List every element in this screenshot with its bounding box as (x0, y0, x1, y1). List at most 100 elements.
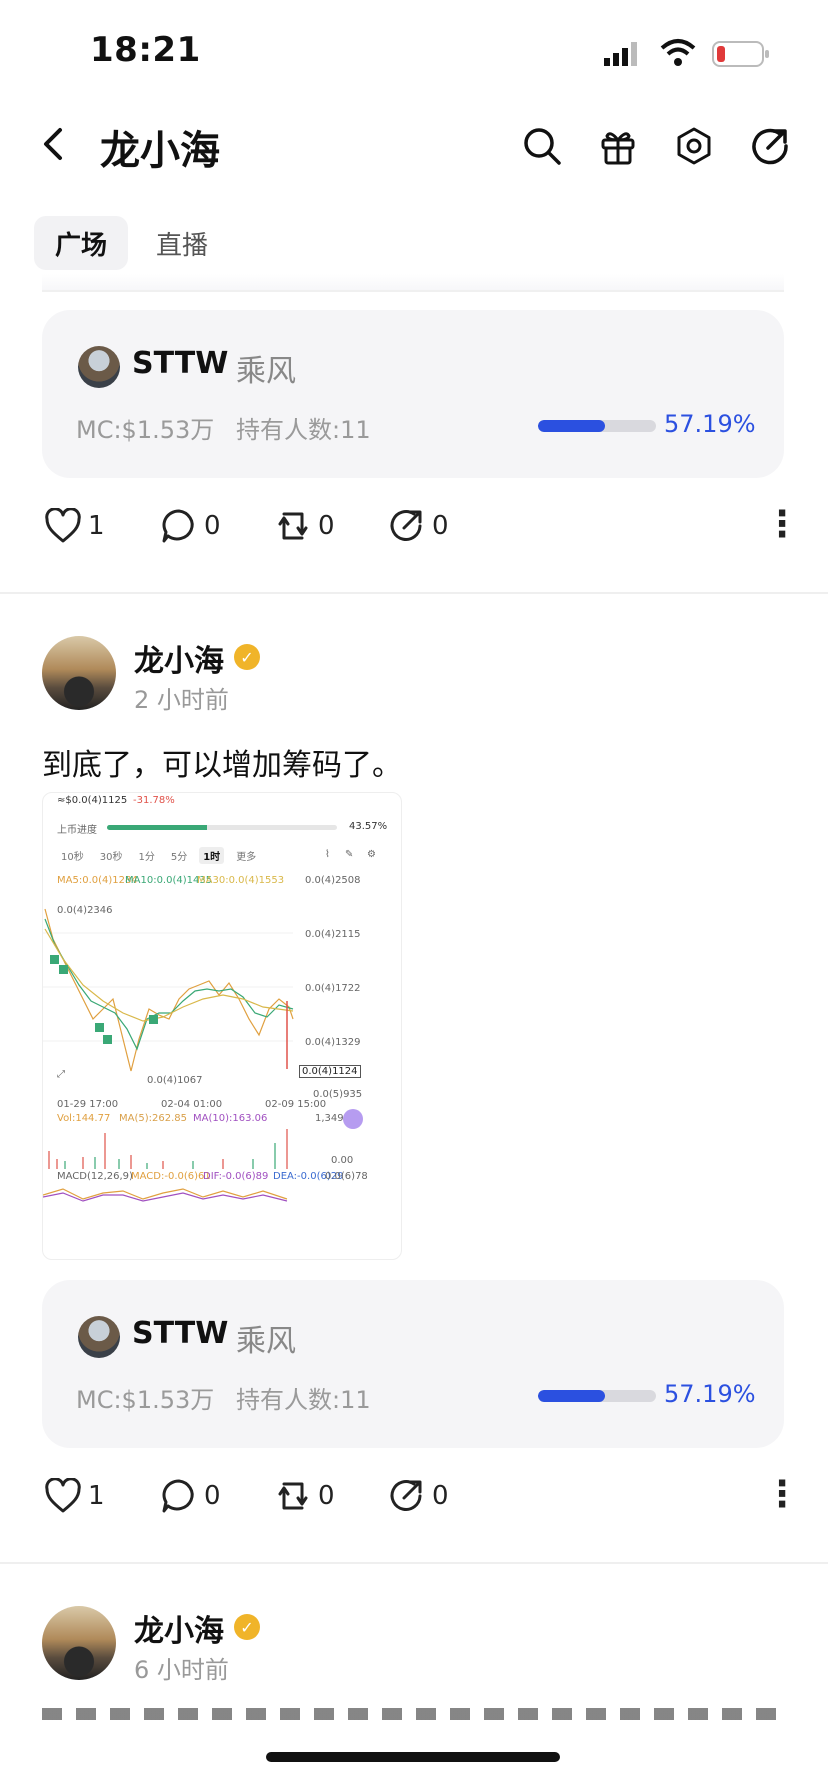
coin-tag: 乘风 (236, 354, 296, 389)
comment-button[interactable]: 0 (160, 508, 221, 544)
repost-count: 0 (318, 1481, 335, 1511)
divider (0, 592, 828, 594)
y-tick: 0.0(4)2508 (305, 875, 361, 886)
repost-icon (278, 1482, 308, 1510)
macd-label: MACD(12,26,9) (57, 1171, 133, 1182)
interval-tab[interactable]: 30秒 (96, 847, 127, 864)
comment-button[interactable]: 0 (160, 1478, 221, 1514)
interval-tab[interactable]: 5分 (167, 847, 191, 864)
post-time: 6 小时前 (134, 1656, 229, 1684)
author-name[interactable]: 龙小海 (134, 1606, 224, 1650)
token-card[interactable]: STTW 乘风 MC:$1.53万 持有人数:11 57.19% (42, 1280, 784, 1448)
macd-value: MACD:-0.0(6)61 (131, 1171, 211, 1182)
macd-tick: 0.0(6)78 (325, 1171, 368, 1182)
gift-icon[interactable] (598, 126, 638, 166)
token-card[interactable]: STTW 乘风 MC:$1.53万 持有人数:11 57.19% (42, 310, 784, 478)
heart-icon (45, 1478, 81, 1513)
vol-label: Vol:144.77 (57, 1113, 111, 1124)
date-tick: 01-29 17:00 (57, 1099, 119, 1110)
last-price-label: 0.0(4)1124 (299, 1065, 361, 1078)
progress-fill (538, 420, 606, 432)
date-tick: 02-04 01:00 (161, 1099, 223, 1110)
like-button[interactable]: 1 (44, 1478, 105, 1514)
chart-progress-fill (107, 825, 208, 830)
indicator-icon[interactable]: ⌇ (325, 849, 330, 860)
repost-button[interactable]: 0 (274, 1478, 335, 1514)
expand-icon[interactable]: ⤢ (57, 1069, 65, 1080)
holders-count: 持有人数:11 (236, 416, 371, 444)
heart-icon (45, 508, 81, 543)
like-button[interactable]: 1 (44, 508, 105, 544)
coin-avatar (78, 346, 120, 388)
more-options-icon[interactable]: ⋮ (764, 1474, 800, 1515)
market-cap: MC:$1.53万 (76, 416, 215, 444)
chart-progress-text: 43.57% (349, 821, 388, 832)
macd-plot (43, 1188, 288, 1202)
repost-button[interactable]: 0 (274, 508, 335, 544)
market-cap: MC:$1.53万 (76, 1386, 215, 1414)
post-text-cut-off (42, 1708, 784, 1720)
edit-icon[interactable]: ✎ (345, 849, 353, 860)
verified-icon: ✓ (234, 644, 260, 670)
high-label: 0.0(4)2346 (57, 905, 113, 916)
share-count: 0 (432, 511, 449, 541)
progress-fill (538, 1390, 606, 1402)
gear-icon[interactable]: ⚙ (367, 849, 376, 860)
volume-bars (48, 1129, 288, 1169)
progress-bar (538, 420, 656, 432)
chart-progress-label: 上币进度 (57, 825, 97, 836)
chart-progress-bar (107, 825, 337, 830)
share-button[interactable]: 0 (388, 1478, 449, 1514)
candlestick-plot (43, 908, 294, 1072)
more-options-icon[interactable]: ⋮ (764, 504, 800, 545)
repost-icon (278, 512, 308, 540)
share-icon (390, 1480, 422, 1511)
status-time: 18:21 (90, 30, 201, 70)
interval-tab[interactable]: 更多 (232, 847, 260, 864)
avatar[interactable] (42, 636, 116, 710)
post-text: 到底了，可以增加筹码了。 (42, 748, 402, 783)
progress-bar (538, 1390, 656, 1402)
dif-value: DIF:-0.0(6)89 (203, 1171, 269, 1182)
progress-percent: 57.19% (664, 1380, 756, 1408)
signal-icon (604, 40, 644, 68)
share-button[interactable]: 0 (388, 508, 449, 544)
like-count: 1 (88, 1481, 105, 1511)
holders-count: 持有人数:11 (236, 1386, 371, 1414)
share-icon (390, 510, 422, 541)
chart-image[interactable]: ≈$0.0(4)1125 -31.78% 上币进度 43.57% 10秒 30秒 1… (42, 792, 402, 1260)
chart-price: ≈$0.0(4)1125 (57, 795, 128, 806)
coin-avatar (78, 1316, 120, 1358)
avatar[interactable] (42, 1606, 116, 1680)
tab-live[interactable]: 直播 (156, 216, 208, 270)
vol-ma5: MA(5):262.85 (119, 1113, 187, 1124)
home-indicator (266, 1752, 560, 1762)
share-icon[interactable] (750, 126, 790, 166)
author-name[interactable]: 龙小海 (134, 636, 224, 680)
like-count: 1 (88, 511, 105, 541)
scrolled-content-edge (42, 274, 784, 292)
interval-tab[interactable]: 10秒 (57, 847, 88, 864)
battery-icon (712, 40, 772, 68)
search-icon[interactable] (522, 126, 562, 166)
chart-change: -31.78% (133, 795, 175, 806)
floating-button[interactable] (343, 1109, 363, 1129)
comment-icon (162, 1479, 194, 1513)
divider (0, 1562, 828, 1564)
settings-icon[interactable] (674, 126, 714, 166)
coin-tag: 乘风 (236, 1324, 296, 1359)
share-count: 0 (432, 1481, 449, 1511)
verified-icon: ✓ (234, 1614, 260, 1640)
coin-name: STTW (132, 346, 229, 381)
back-button[interactable] (36, 124, 72, 164)
comment-count: 0 (204, 511, 221, 541)
interval-tab[interactable]: 1分 (134, 847, 158, 864)
vol-tick: 0.00 (331, 1155, 354, 1166)
repost-count: 0 (318, 511, 335, 541)
tab-plaza[interactable]: 广场 (34, 216, 128, 270)
ma30-label: MA30:0.0(4)1553 (197, 875, 285, 886)
wifi-icon (660, 38, 696, 68)
vol-ma10: MA(10):163.06 (193, 1113, 268, 1124)
interval-tabs: 10秒 30秒 1分 5分 1时 更多 (57, 847, 260, 864)
interval-tab[interactable]: 1时 (199, 847, 225, 864)
